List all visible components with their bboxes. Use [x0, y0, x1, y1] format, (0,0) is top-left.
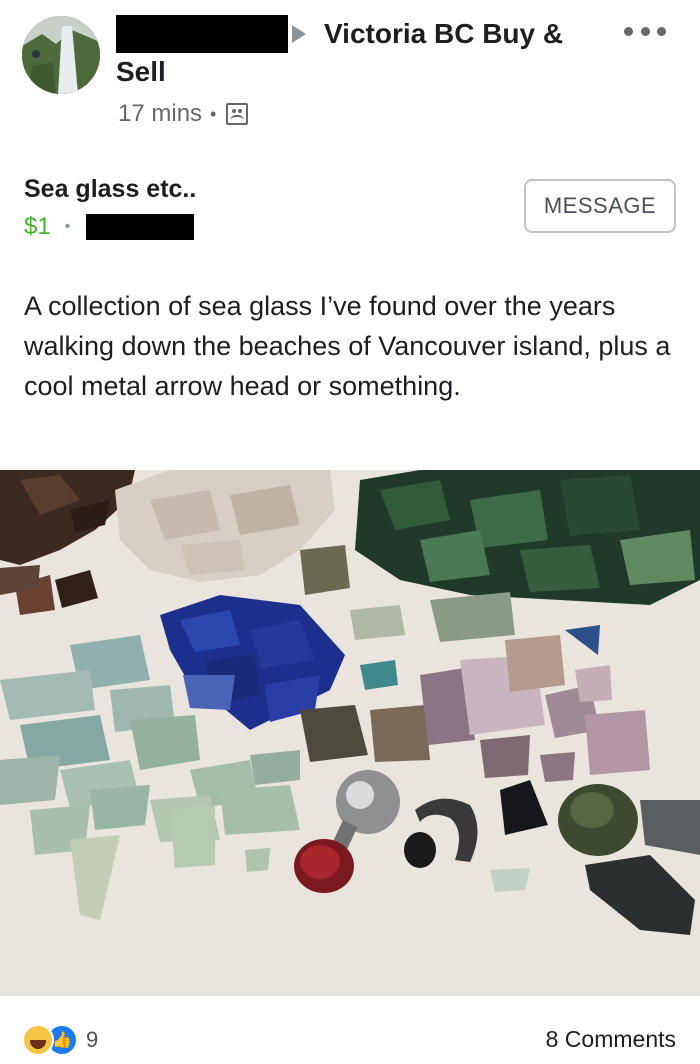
price-separator: •: [64, 218, 71, 235]
arrow-right-icon: [292, 25, 306, 43]
listing-description: A collection of sea glass I’ve found ove…: [24, 291, 671, 401]
reaction-count: 9: [86, 1027, 99, 1052]
redacted-location: [86, 214, 195, 240]
reaction-summary[interactable]: 👍 9: [22, 1020, 98, 1060]
group-icon: [226, 103, 249, 125]
message-button[interactable]: MESSAGE: [524, 179, 676, 233]
listing-photo[interactable]: [0, 470, 700, 996]
comments-count-link[interactable]: 8 Comments: [546, 1022, 676, 1056]
profile-avatar[interactable]: [22, 16, 100, 94]
post-meta: 17 mins •: [118, 98, 249, 130]
price-row: $1 •: [24, 210, 195, 244]
waterfall-avatar-image: [22, 16, 100, 94]
sea-glass-photo: [0, 470, 700, 996]
listing-price: $1: [24, 213, 51, 240]
more-icon[interactable]: [624, 24, 666, 38]
listing-title: Sea glass etc..: [24, 175, 197, 203]
post-header: Victoria BC Buy & Sell 17 mins •: [0, 0, 700, 150]
redacted-poster-name: [116, 15, 288, 53]
meta-separator: •: [210, 103, 217, 124]
post-timestamp[interactable]: 17 mins: [118, 100, 202, 128]
haha-reaction-icon: [22, 1024, 54, 1056]
